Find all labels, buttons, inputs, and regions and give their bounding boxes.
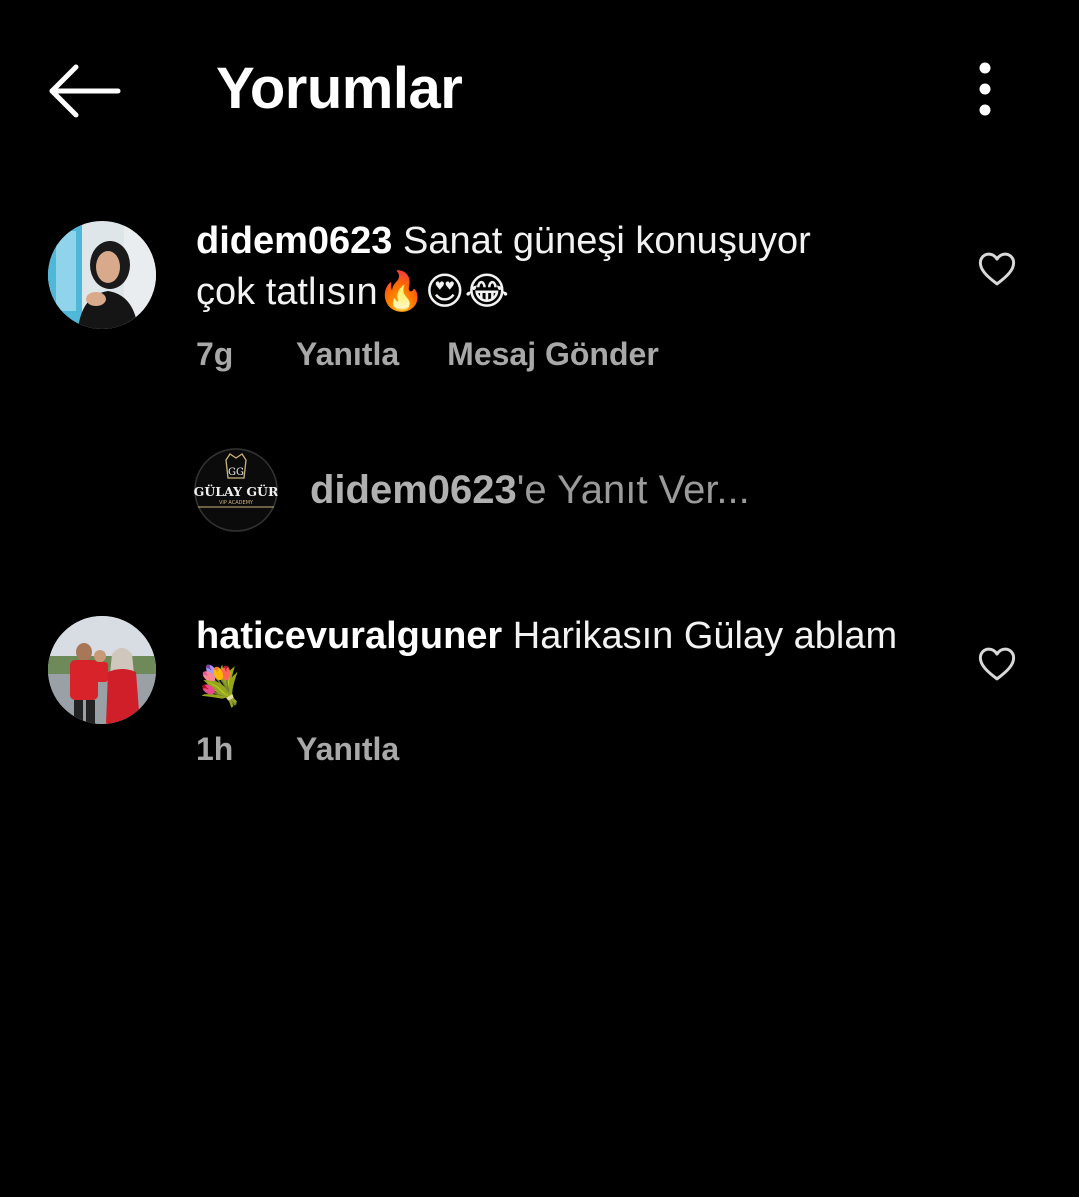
comment-body: Sanat güneşi konuşuyor xyxy=(403,220,811,262)
like-button[interactable] xyxy=(976,643,1018,685)
avatar[interactable] xyxy=(48,616,156,724)
comment-body: Harikasın Gülay ablam xyxy=(512,615,898,657)
own-avatar: GG GÜLAY GÜR VIP ACADEMY xyxy=(194,448,278,532)
comment-username[interactable]: didem0623 xyxy=(196,220,392,262)
comment-emojis: 🔥😍😂 xyxy=(377,269,509,313)
more-vertical-icon xyxy=(979,62,991,116)
comment-meta: 7g Yanıtla Mesaj Gönder xyxy=(196,334,659,374)
avatar[interactable] xyxy=(48,221,156,329)
comment-time: 1h xyxy=(196,731,234,767)
comment-time: 7g xyxy=(196,336,234,372)
comment-text: haticevuralguner Harikasın Gülay ablam 💐 xyxy=(196,611,956,712)
more-options-button[interactable] xyxy=(962,58,1008,120)
reply-target-username: didem0623 xyxy=(310,468,517,512)
logo-monogram: GG xyxy=(228,467,244,478)
comment-username[interactable]: haticevuralguner xyxy=(196,615,502,657)
comment-body-continued: çok tatlısın xyxy=(196,271,378,313)
send-message-button[interactable]: Mesaj Gönder xyxy=(447,334,659,374)
reply-button[interactable]: Yanıtla xyxy=(296,334,399,374)
reply-composer: GG GÜLAY GÜR VIP ACADEMY didem0623'e Yan… xyxy=(194,448,1014,532)
reply-placeholder: 'e Yanıt Ver... xyxy=(516,468,750,512)
header: Yorumlar xyxy=(0,0,1079,180)
page-title: Yorumlar xyxy=(216,56,463,121)
reply-button[interactable]: Yanıtla xyxy=(296,729,399,769)
comments-screen: Yorumlar didem0623 Sanat güneşi konuşuyo… xyxy=(0,0,1079,1197)
logo-text: GÜLAY GÜR xyxy=(194,483,278,499)
heart-outline-icon xyxy=(978,647,1016,681)
reply-input[interactable]: didem0623'e Yanıt Ver... xyxy=(310,464,750,516)
comment-text: didem0623 Sanat güneşi konuşuyor çok tat… xyxy=(196,216,956,317)
heart-outline-icon xyxy=(978,252,1016,286)
comment-emojis: 💐 xyxy=(196,664,244,708)
comment-meta: 1h Yanıtla xyxy=(196,729,447,769)
logo-subtext: VIP ACADEMY xyxy=(219,500,254,506)
arrow-left-icon xyxy=(49,64,121,118)
back-button[interactable] xyxy=(44,58,124,124)
like-button[interactable] xyxy=(976,248,1018,290)
